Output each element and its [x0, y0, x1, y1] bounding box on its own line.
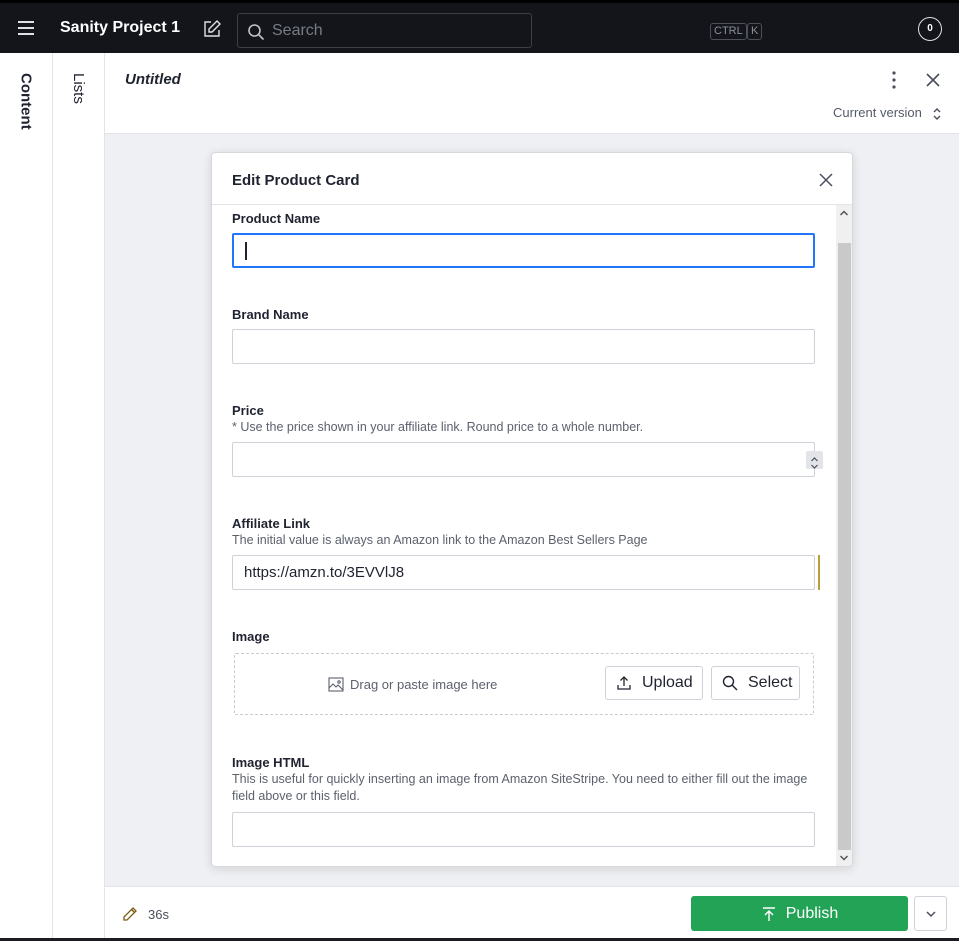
price-input[interactable] — [232, 442, 823, 477]
notification-badge[interactable]: 0 — [918, 17, 942, 41]
upload-label: Upload — [642, 674, 693, 691]
affiliate-link-label: Affiliate Link — [232, 516, 311, 531]
image-icon — [328, 677, 344, 692]
shortcut-k-key: K — [747, 23, 763, 40]
text-caret — [245, 242, 247, 260]
edit-product-card-dialog: Edit Product Card Product Name Brand Nam… — [211, 152, 853, 867]
search-icon — [722, 675, 738, 691]
search-box[interactable]: CTRL K — [237, 13, 763, 48]
affiliate-link-description: The initial value is always an Amazon li… — [232, 533, 648, 547]
project-title[interactable]: Sanity Project 1 — [60, 19, 180, 37]
lists-pane-label[interactable]: Lists — [70, 73, 87, 104]
publish-options-button[interactable] — [914, 896, 947, 931]
publish-button[interactable]: Publish — [691, 896, 908, 931]
price-description: * Use the price shown in your affiliate … — [232, 420, 644, 434]
upload-button[interactable]: Upload — [605, 666, 703, 700]
lists-pane[interactable]: Lists — [53, 53, 105, 941]
dialog-header: Edit Product Card — [212, 153, 852, 205]
scroll-down-icon[interactable] — [838, 852, 850, 864]
select-label: Select — [748, 674, 793, 691]
dialog-title: Edit Product Card — [232, 172, 360, 189]
number-stepper[interactable] — [806, 451, 823, 469]
image-label: Image — [232, 629, 270, 644]
shortcut-ctrl-key: CTRL — [710, 23, 747, 40]
hamburger-menu-icon[interactable] — [18, 21, 34, 35]
brand-name-label: Brand Name — [232, 307, 309, 322]
top-navbar: Sanity Project 1 CTRL K 0 — [0, 0, 959, 53]
more-options-icon[interactable] — [885, 70, 903, 90]
publish-label: Publish — [785, 904, 839, 922]
document-title: Untitled — [125, 71, 181, 88]
image-html-input[interactable] — [232, 812, 815, 847]
content-pane-label[interactable]: Content — [18, 73, 35, 130]
document-header: Untitled Current version — [105, 53, 959, 134]
search-input[interactable] — [272, 19, 452, 43]
last-edited-time: 36s — [148, 907, 169, 922]
affiliate-link-value: https://amzn.to/3EVVlJ8 — [244, 564, 405, 581]
content-pane[interactable]: Content — [0, 53, 53, 941]
affiliate-link-input[interactable]: https://amzn.to/3EVVlJ8 — [232, 555, 815, 590]
scroll-up-icon[interactable] — [838, 207, 850, 219]
price-label: Price — [232, 403, 264, 418]
product-name-input[interactable] — [232, 233, 815, 268]
pencil-icon — [123, 907, 137, 921]
search-icon — [248, 24, 265, 41]
version-selector[interactable]: Current version — [833, 105, 922, 120]
close-dialog-icon[interactable] — [817, 171, 835, 189]
chevron-down-icon — [926, 911, 936, 918]
select-button[interactable]: Select — [711, 666, 800, 700]
scrollbar-thumb[interactable] — [838, 243, 851, 850]
image-html-label: Image HTML — [232, 755, 310, 770]
upload-icon — [617, 676, 631, 690]
chevron-up-down-icon[interactable] — [931, 105, 943, 123]
compose-icon[interactable] — [202, 19, 222, 39]
product-name-label: Product Name — [232, 211, 321, 226]
publish-icon — [762, 906, 775, 921]
close-document-icon[interactable] — [923, 70, 943, 90]
field-change-indicator — [818, 555, 820, 590]
image-html-description: This is useful for quickly inserting an … — [232, 772, 808, 803]
dropzone-text: Drag or paste image here — [350, 677, 498, 692]
document-footer: 36s Publish — [105, 886, 959, 941]
stepper-arrows-icon — [811, 457, 818, 469]
brand-name-input[interactable] — [232, 329, 815, 364]
